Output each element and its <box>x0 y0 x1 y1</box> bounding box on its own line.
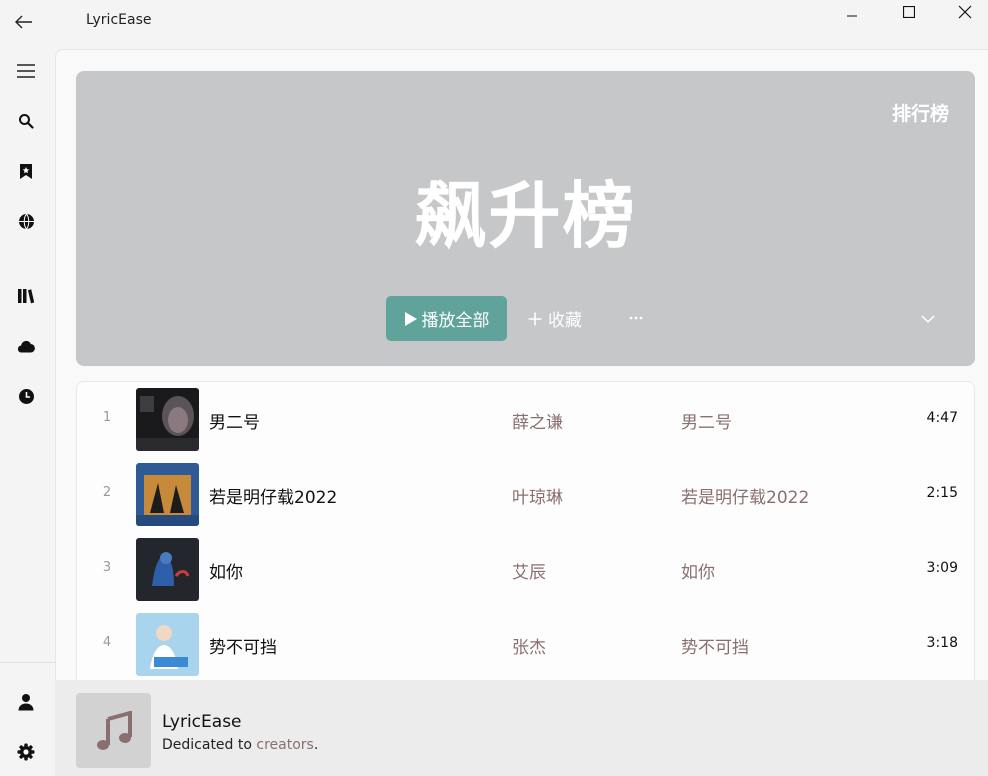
song-title: 如你 <box>209 563 243 583</box>
sidebar-item-bookmarks[interactable] <box>12 157 40 185</box>
now-playing-title: LyricEase <box>162 712 242 732</box>
song-list: 1 男二号 薛之谦 男二号 4:47 2 若是明仔载2022 叶琼琳 若是明仔载… <box>76 381 975 681</box>
album-cover <box>136 463 199 526</box>
close-button[interactable] <box>942 0 988 24</box>
playlist-title: 飙升榜 <box>414 174 637 258</box>
song-title: 势不可挡 <box>209 638 277 658</box>
back-button[interactable] <box>12 10 36 34</box>
music-note-icon <box>96 710 132 750</box>
song-row[interactable]: 2 若是明仔载2022 叶琼琳 若是明仔载2022 2:15 <box>77 457 974 532</box>
maximize-button[interactable] <box>886 0 932 24</box>
song-row[interactable]: 1 男二号 薛之谦 男二号 4:47 <box>77 382 974 457</box>
app-title: LyricEase <box>86 12 152 28</box>
song-artist-link[interactable]: 薛之谦 <box>512 408 563 433</box>
song-index: 1 <box>102 410 112 425</box>
gear-icon <box>17 743 35 761</box>
favorite-button[interactable]: 收藏 <box>528 296 582 341</box>
subtitle-suffix: . <box>313 737 319 753</box>
sidebar-item-menu[interactable] <box>12 57 40 85</box>
main-content: 排行榜 飙升榜 播放全部 收藏 1 男二号 薛之谦 男二号 4:47 2 若是明… <box>55 49 988 681</box>
song-index: 2 <box>102 485 112 500</box>
sidebar <box>0 44 55 776</box>
user-icon <box>18 694 34 711</box>
sidebar-item-history[interactable] <box>12 382 40 410</box>
maximize-icon <box>903 6 915 18</box>
favorite-label: 收藏 <box>548 311 582 331</box>
now-playing-cover[interactable] <box>76 693 151 768</box>
song-index: 4 <box>102 635 112 650</box>
song-album-link[interactable]: 如你 <box>681 558 715 583</box>
arrow-left-icon <box>15 15 32 29</box>
song-album-link[interactable]: 男二号 <box>681 408 732 433</box>
menu-icon <box>17 64 35 78</box>
search-icon <box>19 114 34 129</box>
cloud-icon <box>17 340 35 353</box>
song-duration: 3:18 <box>926 635 958 651</box>
sidebar-item-account[interactable] <box>12 688 40 716</box>
song-album-link[interactable]: 若是明仔载2022 <box>681 483 809 508</box>
plus-icon <box>528 312 542 325</box>
song-title: 若是明仔载2022 <box>209 488 338 508</box>
library-icon <box>18 289 35 304</box>
playlist-banner: 排行榜 飙升榜 播放全部 收藏 <box>76 71 975 366</box>
expand-button[interactable] <box>916 305 940 333</box>
play-all-button[interactable]: 播放全部 <box>386 296 507 341</box>
minimize-icon <box>847 15 857 17</box>
subtitle-accent: creators <box>256 737 314 753</box>
sidebar-item-cloud[interactable] <box>12 332 40 360</box>
bookmark-icon <box>20 163 32 179</box>
song-duration: 2:15 <box>926 485 958 501</box>
song-artist-link[interactable]: 艾辰 <box>512 558 546 583</box>
close-icon <box>958 5 972 19</box>
play-all-label: 播放全部 <box>421 311 490 331</box>
sidebar-divider <box>0 662 55 663</box>
song-duration: 4:47 <box>926 410 958 426</box>
album-cover <box>136 388 199 451</box>
song-row[interactable]: 4 势不可挡 张杰 势不可挡 3:18 <box>77 607 974 681</box>
title-bar: LyricEase <box>0 0 988 44</box>
now-playing-bar: LyricEase Dedicated to creators. <box>55 680 988 776</box>
more-icon <box>629 316 643 320</box>
more-button[interactable] <box>624 303 648 333</box>
minimize-button[interactable] <box>829 0 875 24</box>
song-duration: 3:09 <box>926 560 958 576</box>
chevron-down-icon <box>921 315 935 323</box>
song-artist-link[interactable]: 叶琼琳 <box>512 483 563 508</box>
sidebar-item-settings[interactable] <box>12 738 40 766</box>
sidebar-item-search[interactable] <box>12 107 40 135</box>
subtitle-prefix: Dedicated to <box>162 737 257 753</box>
song-row[interactable]: 3 如你 艾辰 如你 3:09 <box>77 532 974 607</box>
sidebar-item-library[interactable] <box>12 282 40 310</box>
song-index: 3 <box>102 560 112 575</box>
album-cover <box>136 538 199 601</box>
song-album-link[interactable]: 势不可挡 <box>681 633 749 658</box>
now-playing-subtitle: Dedicated to creators. <box>162 737 318 753</box>
clock-icon <box>18 388 34 404</box>
song-title: 男二号 <box>209 413 260 433</box>
globe-icon <box>18 213 34 229</box>
sidebar-item-explore[interactable] <box>12 207 40 235</box>
play-icon <box>404 311 417 326</box>
playlist-category: 排行榜 <box>891 103 949 125</box>
song-artist-link[interactable]: 张杰 <box>512 633 546 658</box>
album-cover <box>136 613 199 676</box>
